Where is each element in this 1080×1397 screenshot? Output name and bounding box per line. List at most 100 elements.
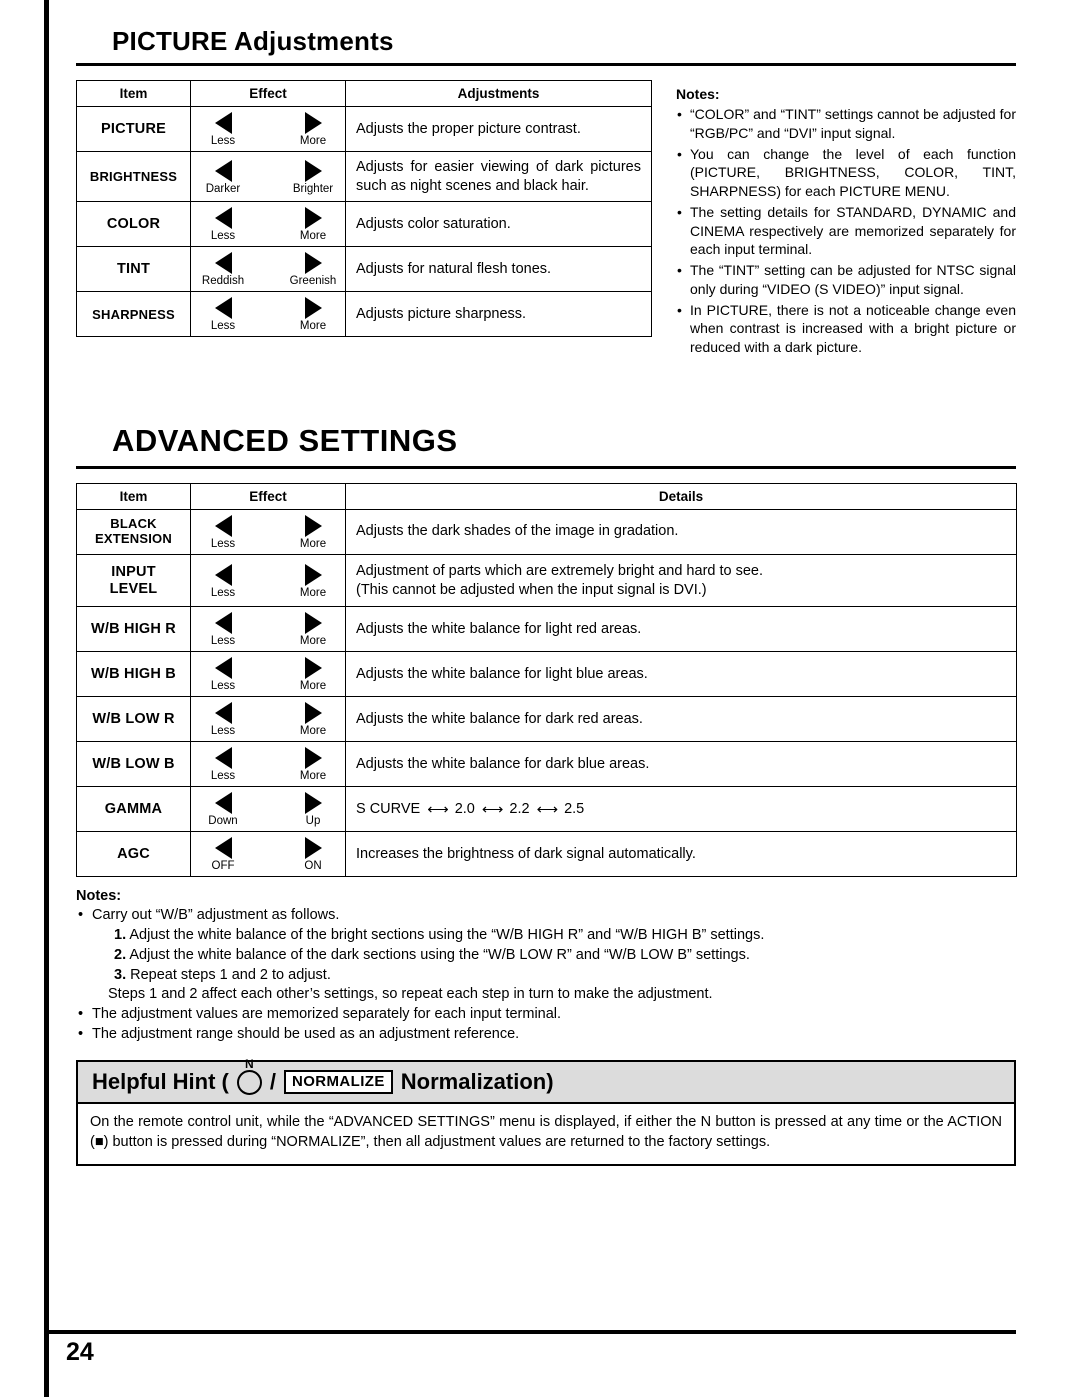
item-input-level: INPUT LEVEL <box>76 553 191 608</box>
double-arrow-icon: ⟷ <box>427 800 448 818</box>
gamma-value-3: 2.5 <box>564 801 585 818</box>
step-number: 3. <box>114 966 127 983</box>
page-number: 24 <box>66 1338 94 1366</box>
right-arrow-label: Brighter <box>292 182 334 195</box>
step-number: 1. <box>114 927 127 944</box>
effect-tint: Reddish Greenish <box>190 246 346 293</box>
left-arrow-label: OFF <box>211 860 235 873</box>
hint-prefix: Helpful Hint ( <box>92 1069 229 1095</box>
left-arrow-icon <box>214 112 232 134</box>
left-arrow-icon <box>214 159 232 182</box>
left-arrow-label: Less <box>210 635 236 648</box>
right-arrow-label: More <box>299 770 327 783</box>
details-wb-low-r: Adjusts the white balance for dark red a… <box>345 696 1017 743</box>
right-arrow-icon <box>304 702 322 725</box>
right-arrow-icon <box>304 112 322 134</box>
advanced-notes: Notes: Carry out “W/B” adjustment as fol… <box>76 888 1016 1044</box>
step-item: 3. Repeat steps 1 and 2 to adjust. <box>114 966 1016 986</box>
left-arrow-icon <box>214 837 232 860</box>
table-row: W/B LOW R Less More Adjusts the white ba… <box>76 696 1017 743</box>
details-line-2: (This cannot be adjusted when the input … <box>356 581 707 598</box>
adjustment-sharpness: Adjusts picture sharpness. <box>345 291 652 338</box>
right-arrow-icon <box>304 657 322 680</box>
steps-list: 1. Adjust the white balance of the brigh… <box>92 926 1016 985</box>
notes-title: Notes: <box>76 888 122 905</box>
table-row: GAMMA Down Up S CURVE ⟷ 2.0 ⟷ 2.2 ⟷ 2.5 <box>76 786 1017 833</box>
header-effect: Effect <box>190 80 346 107</box>
table-row: TINT Reddish Greenish Adjusts for natura… <box>76 246 652 293</box>
item-wb-high-b: W/B HIGH B <box>76 651 191 698</box>
table-header-row: Item Effect Adjustments <box>76 80 652 107</box>
right-arrow-icon <box>304 252 322 275</box>
right-arrow-label: More <box>299 586 327 599</box>
effect-agc: OFF ON <box>190 831 346 878</box>
hint-slash: / <box>269 1069 276 1095</box>
details-black-extension: Adjusts the dark shades of the image in … <box>345 508 1017 555</box>
step-text: Adjust the white balance of the bright s… <box>129 927 765 944</box>
left-arrow-label: Less <box>210 537 236 550</box>
right-arrow-label: More <box>299 725 327 738</box>
left-arrow-label: Less <box>210 725 236 738</box>
left-arrow-label: Less <box>210 680 236 693</box>
page-content: PICTURE Adjustments Item Effect Adjustme… <box>76 0 1017 1167</box>
adjustment-picture: Adjusts the proper picture contrast. <box>345 106 652 152</box>
picture-adjustments-table: Item Effect Adjustments PICTURE Less Mor… <box>76 80 652 338</box>
title-divider <box>76 63 1016 66</box>
effect-wb-high-b: Less More <box>190 651 346 698</box>
left-arrow-label: Reddish <box>201 275 245 288</box>
right-arrow-label: Up <box>305 815 321 828</box>
item-brightness: BRIGHTNESS <box>76 150 191 203</box>
right-arrow-icon <box>304 792 322 815</box>
item-picture: PICTURE <box>76 106 191 152</box>
right-arrow-icon <box>304 563 322 586</box>
steps-note: Steps 1 and 2 affect each other’s settin… <box>108 986 713 1003</box>
effect-wb-high-r: Less More <box>190 606 346 653</box>
table-row: INPUT LEVEL Less More Adjustment of part… <box>76 553 1017 608</box>
note-text: Carry out “W/B” adjustment as follows. <box>92 907 340 924</box>
advanced-title-divider <box>76 465 1016 469</box>
details-wb-low-b: Adjusts the white balance for dark blue … <box>345 741 1017 788</box>
left-margin-rule <box>44 0 49 1397</box>
item-line-2: LEVEL <box>109 580 158 597</box>
effect-black-extension: Less More <box>190 508 346 555</box>
table-row: BRIGHTNESS Darker Brighter Adjusts for e… <box>76 150 652 203</box>
advanced-settings-title: ADVANCED SETTINGS <box>112 422 458 458</box>
note-item: The “TINT” setting can be adjusted for N… <box>676 261 1016 299</box>
left-arrow-icon <box>214 297 232 320</box>
item-color: COLOR <box>76 201 191 248</box>
item-wb-high-r: W/B HIGH R <box>76 606 191 653</box>
adjustment-brightness: Adjusts for easier viewing of dark pictu… <box>345 150 652 203</box>
note-item: The setting details for STANDARD, DYNAMI… <box>676 203 1016 259</box>
gamma-value-0: S CURVE <box>356 801 421 818</box>
notes-title: Notes: <box>676 86 720 102</box>
left-arrow-label: Darker <box>205 182 241 195</box>
note-item: The adjustment values are memorized sepa… <box>76 1005 1016 1025</box>
right-arrow-icon <box>304 747 322 770</box>
left-arrow-icon <box>214 514 232 537</box>
note-item: The adjustment range should be used as a… <box>76 1025 1016 1045</box>
left-arrow-label: Less <box>210 230 236 243</box>
double-arrow-icon: ⟷ <box>536 800 558 818</box>
effect-wb-low-r: Less More <box>190 696 346 743</box>
double-arrow-icon: ⟷ <box>481 800 503 818</box>
left-arrow-icon <box>214 563 232 586</box>
right-arrow-icon <box>304 207 322 230</box>
picture-section: Item Effect Adjustments PICTURE Less Mor… <box>76 80 1016 359</box>
item-line-1: INPUT <box>111 564 156 581</box>
hint-suffix: Normalization) <box>400 1069 554 1095</box>
header-details: Details <box>345 482 1017 510</box>
table-row: BLACK EXTENSION Less More Adjusts the da… <box>76 508 1017 555</box>
notes-list: “COLOR” and “TINT” settings cannot be ad… <box>676 105 1016 357</box>
item-tint: TINT <box>76 246 191 293</box>
helpful-hint-body: On the remote control unit, while the “A… <box>76 1102 1016 1167</box>
details-agc: Increases the brightness of dark signal … <box>345 831 1017 878</box>
step-item: 1. Adjust the white balance of the brigh… <box>114 926 1016 946</box>
document-page: PICTURE Adjustments Item Effect Adjustme… <box>0 0 1080 1397</box>
details-gamma: S CURVE ⟷ 2.0 ⟷ 2.2 ⟷ 2.5 <box>345 786 1017 833</box>
effect-wb-low-b: Less More <box>190 741 346 788</box>
effect-color: Less More <box>190 201 346 248</box>
table-header-row: Item Effect Details <box>76 482 1017 510</box>
helpful-hint-header: Helpful Hint ( N / NORMALIZE Normalizati… <box>76 1057 1016 1103</box>
right-arrow-label: Greenish <box>289 275 337 288</box>
table-row: W/B HIGH B Less More Adjusts the white b… <box>76 651 1017 698</box>
